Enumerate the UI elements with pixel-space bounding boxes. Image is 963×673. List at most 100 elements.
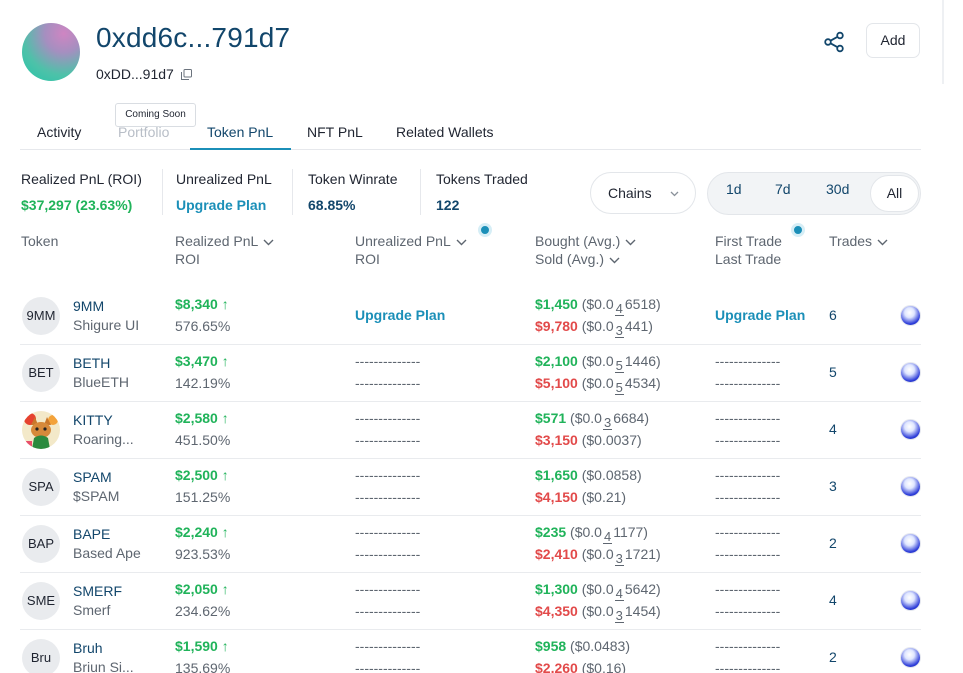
- info-dot-icon[interactable]: [791, 223, 805, 237]
- tokens-traded-label: Tokens Traded: [436, 171, 528, 187]
- sold-amount: $2,410 ($0.0 3 1721): [535, 546, 661, 566]
- bought-value: $1,650: [535, 467, 578, 483]
- range-30d-button[interactable]: 30d: [826, 181, 849, 197]
- sold-amount: $3,150 ($0.0037): [535, 432, 642, 448]
- col-unrealized-header[interactable]: Unrealized PnL: [355, 233, 467, 249]
- tab-portfolio[interactable]: Portfolio: [118, 124, 169, 140]
- ethereum-chain-icon: [901, 648, 920, 667]
- row-divider: [20, 572, 921, 573]
- col-realized-label: Realized PnL: [175, 233, 259, 249]
- realized-pnl-value: $3,470: [175, 353, 218, 369]
- bought-avg: ($0.0 5 1446): [581, 353, 661, 373]
- token-name: $SPAM: [73, 488, 120, 504]
- token-symbol[interactable]: SMERF: [73, 583, 122, 599]
- avg-suffix: 441): [624, 318, 653, 334]
- sold-avg: ($0.0037): [581, 432, 642, 448]
- last-trade: --------------: [715, 546, 781, 562]
- token-symbol[interactable]: 9MM: [73, 298, 104, 314]
- col-last-trade-header: Last Trade: [715, 251, 782, 267]
- avg-suffix: 6518): [624, 296, 661, 312]
- token-symbol[interactable]: SPAM: [73, 469, 112, 485]
- col-realized-header[interactable]: Realized PnL: [175, 233, 274, 249]
- bought-amount: $1,450 ($0.0 4 6518): [535, 296, 661, 316]
- token-icon: SME: [22, 582, 60, 620]
- tab-related-wallets[interactable]: Related Wallets: [396, 124, 494, 140]
- chevron-down-icon: [609, 257, 620, 264]
- realized-pnl: $2,580 ↑: [175, 410, 229, 426]
- sold-value: $4,150: [535, 489, 578, 505]
- range-all-button[interactable]: All: [870, 175, 919, 212]
- avg-suffix: 5642): [624, 581, 661, 597]
- wallet-address-short: 0xDD...91d7: [96, 66, 174, 82]
- col-unrealized-label: Unrealized PnL: [355, 233, 451, 249]
- bought-amount: $1,650 ($0.0858): [535, 467, 642, 483]
- token-icon: SPA: [22, 468, 60, 506]
- realized-pnl: $1,590 ↑: [175, 638, 229, 654]
- token-symbol[interactable]: BETH: [73, 355, 110, 371]
- stat-divider: [420, 169, 421, 215]
- bought-value: $571: [535, 410, 567, 426]
- info-dot-icon[interactable]: [478, 223, 492, 237]
- unrealized-pnl-label: Unrealized PnL: [176, 171, 272, 187]
- token-name: Based Ape: [73, 545, 141, 561]
- bought-avg: ($0.0858): [581, 467, 642, 483]
- realized-pnl-value: $2,500: [175, 467, 218, 483]
- copy-icon[interactable]: [181, 69, 192, 80]
- token-icon: 9MM: [22, 297, 60, 335]
- realized-pnl: $3,470 ↑: [175, 353, 229, 369]
- unrealized-pnl: --------------: [355, 638, 421, 654]
- stat-divider: [162, 169, 163, 215]
- realized-roi: 135.69%: [175, 660, 231, 673]
- last-trade: --------------: [715, 432, 781, 448]
- bought-avg: ($0.0 4 6518): [582, 296, 661, 316]
- unrealized-roi: --------------: [355, 375, 421, 391]
- ethereum-chain-icon: [901, 363, 920, 382]
- token-symbol[interactable]: Bruh: [73, 640, 103, 656]
- token-name: Shigure UI: [73, 317, 140, 333]
- col-sold-header[interactable]: Sold (Avg.): [535, 251, 620, 267]
- sold-avg: ($0.0 3 1454): [581, 603, 661, 623]
- unrealized-pnl: --------------: [355, 467, 421, 483]
- realized-roi: 451.50%: [175, 432, 231, 448]
- tab-token-pnl[interactable]: Token PnL: [207, 124, 273, 140]
- unrealized-upgrade-link[interactable]: Upgrade Plan: [176, 197, 266, 213]
- realized-roi: 151.25%: [175, 489, 231, 505]
- col-trades-header[interactable]: Trades: [829, 233, 888, 249]
- add-button[interactable]: Add: [866, 23, 920, 58]
- tab-activity[interactable]: Activity: [37, 124, 81, 140]
- sold-avg: ($0.16): [581, 660, 627, 673]
- unrealized-upgrade-link[interactable]: Upgrade Plan: [355, 307, 445, 323]
- first-trade: --------------: [715, 467, 781, 483]
- last-trade: --------------: [715, 603, 781, 619]
- tab-nft-pnl[interactable]: NFT PnL: [307, 124, 363, 140]
- ethereum-chain-icon: [901, 477, 920, 496]
- first-trade-upgrade-link[interactable]: Upgrade Plan: [715, 307, 805, 323]
- avg-prefix: ($0.0: [570, 410, 602, 426]
- sold-avg: ($0.0 3 1721): [582, 546, 661, 566]
- last-trade: --------------: [715, 375, 781, 391]
- token-symbol[interactable]: KITTY: [73, 412, 113, 428]
- arrow-up-icon: ↑: [221, 467, 229, 483]
- avg-prefix: ($0.0: [581, 603, 614, 619]
- col-realized-roi: ROI: [175, 251, 200, 267]
- share-icon[interactable]: [823, 31, 845, 53]
- row-divider: [20, 458, 921, 459]
- range-7d-button[interactable]: 7d: [775, 181, 791, 197]
- token-symbol[interactable]: BAPE: [73, 526, 110, 542]
- unrealized-pnl: --------------: [355, 353, 421, 369]
- col-bought-header[interactable]: Bought (Avg.): [535, 233, 636, 249]
- chevron-down-icon: [670, 191, 679, 197]
- sold-avg: ($0.0 5 4534): [582, 375, 661, 395]
- col-trades-label: Trades: [829, 233, 873, 249]
- token-name: Briun Si...: [73, 659, 134, 673]
- col-bought-label: Bought (Avg.): [535, 233, 621, 249]
- token-icon: Bru: [22, 639, 60, 673]
- range-1d-button[interactable]: 1d: [726, 181, 742, 197]
- wallet-address-title: 0xdd6c...791d7: [96, 22, 291, 53]
- avg-prefix: ($0.0: [581, 353, 614, 369]
- bought-value: $235: [535, 524, 567, 540]
- chains-dropdown[interactable]: Chains: [590, 172, 696, 214]
- wallet-avatar: [22, 23, 80, 81]
- stat-divider: [292, 169, 293, 215]
- realized-pnl: $2,240 ↑: [175, 524, 229, 540]
